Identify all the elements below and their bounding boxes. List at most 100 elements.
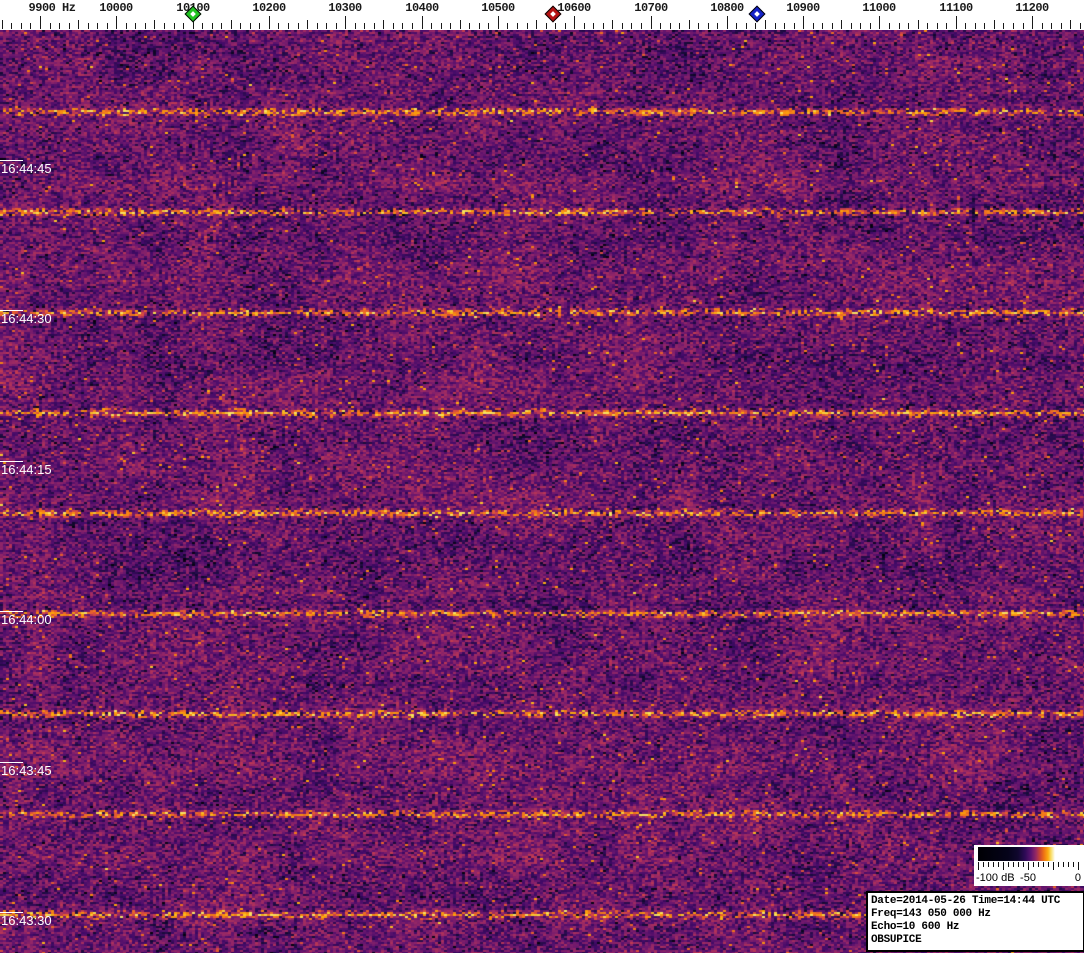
ruler-tick xyxy=(679,23,680,29)
ruler-tick xyxy=(126,23,127,29)
ruler-tick xyxy=(822,23,823,29)
ruler-tick xyxy=(899,23,900,29)
ruler-tick xyxy=(212,23,213,29)
ruler-tick xyxy=(1051,23,1052,29)
ruler-tick xyxy=(507,23,508,29)
legend-tick xyxy=(1073,862,1074,867)
ruler-frequency-label: 11100 xyxy=(939,1,973,15)
ruler-tick xyxy=(927,23,928,29)
ruler-tick xyxy=(736,23,737,29)
ruler-tick xyxy=(717,23,718,29)
ruler-tick xyxy=(689,20,690,29)
time-label-text: 16:43:45 xyxy=(1,763,52,778)
ruler-tick xyxy=(803,16,804,29)
ruler-frequency-label: 11200 xyxy=(1015,1,1049,15)
ruler-tick xyxy=(307,20,308,29)
ruler-tick xyxy=(50,23,51,29)
ruler-tick xyxy=(775,23,776,29)
ruler-tick xyxy=(221,23,222,29)
ruler-tick xyxy=(278,23,279,29)
ruler-tick xyxy=(975,23,976,29)
ruler-tick xyxy=(612,20,613,29)
ruler-tick xyxy=(536,20,537,29)
ruler-tick xyxy=(708,23,709,29)
ruler-tick xyxy=(984,23,985,29)
legend-tick xyxy=(1033,862,1034,867)
legend-tick xyxy=(1008,862,1009,867)
ruler-tick xyxy=(498,16,499,29)
legend-tick xyxy=(1068,862,1069,867)
ruler-tick xyxy=(164,23,165,29)
ruler-tick xyxy=(1070,20,1071,29)
ruler-tick xyxy=(183,23,184,29)
ruler-tick xyxy=(641,23,642,29)
ruler-tick xyxy=(794,23,795,29)
ruler-frequency-label: 10400 xyxy=(405,1,439,15)
waterfall-display: 9900 Hz100001010010200103001040010500106… xyxy=(0,0,1084,953)
frequency-ruler[interactable]: 9900 Hz100001010010200103001040010500106… xyxy=(0,0,1084,30)
ruler-tick xyxy=(593,23,594,29)
ruler-tick xyxy=(660,23,661,29)
ruler-tick xyxy=(546,23,547,29)
ruler-tick xyxy=(994,20,995,29)
ruler-tick xyxy=(374,23,375,29)
ruler-tick xyxy=(393,23,394,29)
ruler-tick xyxy=(479,23,480,29)
ruler-tick xyxy=(1061,23,1062,29)
time-label-text: 16:44:45 xyxy=(1,161,52,176)
ruler-tick xyxy=(832,23,833,29)
ruler-tick xyxy=(1023,23,1024,29)
ruler-tick xyxy=(584,23,585,29)
ruler-tick xyxy=(450,23,451,29)
legend-tick xyxy=(1063,862,1064,867)
time-label-text: 16:44:00 xyxy=(1,612,52,627)
ruler-tick xyxy=(30,23,31,29)
ruler-tick xyxy=(288,23,289,29)
ruler-tick xyxy=(69,23,70,29)
info-date-time: Date=2014-05-26 Time=14:44 UTC xyxy=(871,895,1061,907)
ruler-tick xyxy=(402,23,403,29)
ruler-frequency-label: 10200 xyxy=(252,1,286,15)
info-station: OBSUPICE xyxy=(871,934,922,946)
ruler-tick xyxy=(345,16,346,29)
legend-tick xyxy=(988,862,989,867)
ruler-tick xyxy=(431,23,432,29)
color-scale-legend: -100 dB -50 0 xyxy=(974,845,1084,886)
legend-tick xyxy=(983,862,984,867)
ruler-tick xyxy=(364,23,365,29)
legend-tick xyxy=(1038,862,1039,867)
ruler-tick xyxy=(841,20,842,29)
ruler-tick xyxy=(565,23,566,29)
frequency-marker-blue[interactable] xyxy=(748,5,766,23)
legend-tick xyxy=(1013,862,1014,867)
ruler-tick xyxy=(40,16,41,29)
ruler-tick xyxy=(78,20,79,29)
ruler-tick xyxy=(259,23,260,29)
color-gradient-bar xyxy=(978,847,1078,861)
legend-tick xyxy=(1003,862,1004,870)
ruler-tick xyxy=(202,23,203,29)
ruler-tick xyxy=(21,23,22,29)
ruler-tick xyxy=(460,20,461,29)
ruler-tick xyxy=(59,23,60,29)
ruler-tick xyxy=(879,16,880,29)
ruler-tick xyxy=(622,23,623,29)
ruler-tick xyxy=(269,16,270,29)
ruler-tick xyxy=(317,23,318,29)
time-label-text: 16:43:30 xyxy=(1,913,52,928)
ruler-tick xyxy=(603,23,604,29)
ruler-tick xyxy=(1003,23,1004,29)
legend-min-label: -100 dB xyxy=(976,872,1015,884)
ruler-tick xyxy=(765,20,766,29)
ruler-tick xyxy=(631,23,632,29)
legend-tick xyxy=(1018,862,1019,867)
legend-tick xyxy=(1028,862,1029,870)
ruler-tick xyxy=(174,23,175,29)
ruler-tick xyxy=(116,16,117,29)
info-frequency: Freq=143 050 000 Hz xyxy=(871,908,991,920)
legend-tick xyxy=(1053,862,1054,870)
ruler-tick xyxy=(154,20,155,29)
legend-tick xyxy=(978,862,979,870)
ruler-tick xyxy=(488,23,489,29)
ruler-tick xyxy=(88,23,89,29)
